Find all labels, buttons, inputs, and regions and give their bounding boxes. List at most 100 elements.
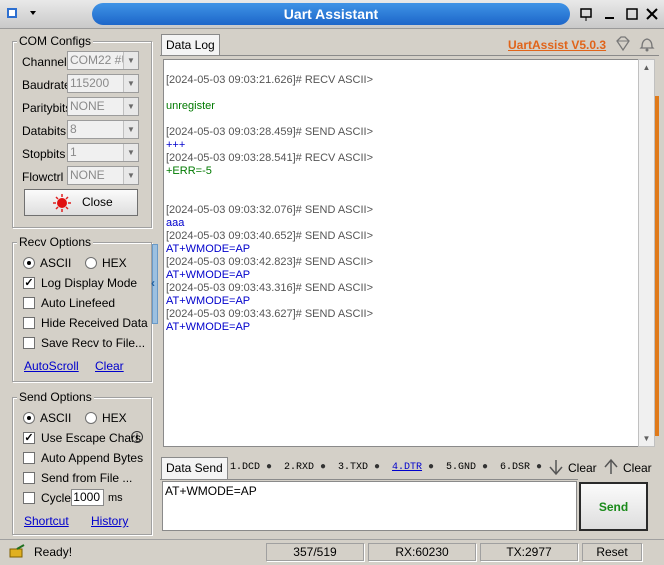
- shortcut-link[interactable]: Shortcut: [24, 514, 69, 528]
- window-title: Uart Assistant: [92, 3, 570, 25]
- stopbits-label: Stopbits: [22, 147, 66, 161]
- escape-chars-checkbox[interactable]: ✓: [23, 432, 35, 444]
- save-recv-checkbox[interactable]: [23, 337, 35, 349]
- clear-log-button[interactable]: Clear: [568, 461, 597, 475]
- chevron-down-icon: ▼: [123, 121, 138, 138]
- channel-select[interactable]: COM22 #U ▼: [67, 51, 139, 70]
- collapse-arrow-icon[interactable]: ‹: [151, 276, 155, 290]
- log-line: [2024-05-03 09:03:32.076]# SEND ASCII>: [166, 204, 374, 216]
- paritybits-select[interactable]: NONE ▼: [67, 97, 139, 116]
- chevron-down-icon: ▼: [123, 52, 138, 69]
- pin-led-icon: ●: [368, 462, 381, 473]
- flowctrl-select[interactable]: NONE ▼: [67, 166, 139, 185]
- title-bar: Uart Assistant: [0, 0, 664, 29]
- log-line: [2024-05-03 09:03:28.541]# RECV ASCII>: [166, 152, 374, 164]
- send-tab-divider: [160, 479, 578, 480]
- system-menu-icon[interactable]: [6, 6, 38, 20]
- flowctrl-value: NONE: [70, 168, 105, 182]
- pin-led-icon: ●: [260, 462, 273, 473]
- send-hex-radio[interactable]: [85, 412, 97, 424]
- stopbits-value: 1: [70, 145, 77, 159]
- history-link[interactable]: History: [91, 514, 128, 528]
- log-line: [2024-05-03 09:03:21.626]# RECV ASCII>: [166, 74, 374, 86]
- channel-label: Channel: [22, 55, 67, 69]
- send-ascii-radio[interactable]: [23, 412, 35, 424]
- minimize-icon[interactable]: [602, 6, 618, 22]
- cycle-checkbox[interactable]: [23, 492, 35, 504]
- data-log-view[interactable]: [2024-05-03 09:03:21.626]# RECV ASCII> un…: [163, 59, 639, 447]
- pin-label: 4.DTR: [392, 462, 423, 473]
- diamond-icon[interactable]: [614, 36, 632, 55]
- clear-send-button[interactable]: Clear: [623, 461, 652, 475]
- bell-icon[interactable]: [638, 36, 656, 55]
- databits-label: Databits: [22, 124, 67, 138]
- pin-label: 6.DSR: [500, 462, 531, 473]
- send-input[interactable]: AT+WMODE=AP: [162, 481, 577, 531]
- tab-data-send[interactable]: Data Send: [161, 457, 228, 479]
- pin-dtr[interactable]: 4.DTR ●: [392, 462, 434, 473]
- recv-ascii-radio[interactable]: [23, 257, 35, 269]
- recv-options-title: Recv Options: [17, 235, 94, 249]
- close-port-label: Close: [82, 195, 113, 209]
- brand-link[interactable]: UartAssist V5.0.3: [508, 38, 606, 52]
- pin-led-icon: ●: [314, 462, 327, 473]
- send-from-file-checkbox[interactable]: [23, 472, 35, 484]
- stopbits-select[interactable]: 1 ▼: [67, 143, 139, 162]
- pin-dsr: 6.DSR ●: [500, 462, 542, 473]
- recv-clear-link[interactable]: Clear: [95, 359, 124, 373]
- scroll-up-icon[interactable]: ▲: [639, 60, 654, 75]
- pin-txd: 3.TXD ●: [338, 462, 380, 473]
- databits-value: 8: [70, 122, 77, 136]
- tx-count: TX:2977: [480, 543, 578, 561]
- pin-label: 3.TXD: [338, 462, 369, 473]
- log-line: AT+WMODE=AP: [166, 295, 251, 307]
- clear-send-icon[interactable]: [603, 458, 619, 479]
- log-display-checkbox[interactable]: ✓: [23, 277, 35, 289]
- pin-led-icon: ●: [422, 462, 435, 473]
- log-line: [2024-05-03 09:03:40.652]# SEND ASCII>: [166, 230, 374, 242]
- databits-select[interactable]: 8 ▼: [67, 120, 139, 139]
- scroll-down-icon[interactable]: ▼: [639, 431, 654, 446]
- recv-ascii-label: ASCII: [40, 256, 72, 270]
- reset-button[interactable]: Reset: [582, 543, 642, 561]
- status-icon: [9, 544, 27, 563]
- hide-received-label: Hide Received Data: [41, 316, 148, 330]
- log-line: AT+WMODE=AP: [166, 321, 251, 333]
- com-configs-title: COM Configs: [17, 34, 94, 48]
- pin-led-icon: ●: [530, 462, 543, 473]
- info-icon[interactable]: i: [131, 431, 143, 443]
- baudrate-select[interactable]: 115200 ▼: [67, 74, 139, 93]
- recv-hex-radio[interactable]: [85, 257, 97, 269]
- rx-count: RX:60230: [368, 543, 476, 561]
- close-port-button[interactable]: Close: [24, 189, 138, 216]
- log-line: unregister: [166, 100, 215, 112]
- clear-log-icon[interactable]: [548, 458, 564, 479]
- pin-label: 5.GND: [446, 462, 477, 473]
- cycle-unit: ms: [108, 492, 123, 504]
- tab-data-log[interactable]: Data Log: [161, 34, 220, 56]
- send-from-file-label: Send from File ...: [41, 471, 133, 485]
- paritybits-value: NONE: [70, 99, 105, 113]
- pin-led-icon: ●: [476, 462, 489, 473]
- cycle-label: Cycle: [41, 491, 72, 505]
- pin-label: 2.RXD: [284, 462, 315, 473]
- send-button[interactable]: Send: [579, 482, 648, 531]
- status-bar: Ready! 357/519 RX:60230 TX:2977 Reset: [0, 539, 664, 565]
- cycle-interval-input[interactable]: 1000: [71, 489, 104, 506]
- pin-icon[interactable]: [578, 6, 594, 22]
- autoscroll-link[interactable]: AutoScroll: [24, 359, 79, 373]
- log-line: [2024-05-03 09:03:42.823]# SEND ASCII>: [166, 256, 374, 268]
- maximize-icon[interactable]: [624, 6, 640, 22]
- send-ascii-label: ASCII: [40, 411, 72, 425]
- auto-linefeed-checkbox[interactable]: [23, 297, 35, 309]
- log-scrollbar[interactable]: ▲ ▼: [638, 59, 655, 447]
- close-window-icon[interactable]: [644, 6, 660, 22]
- auto-linefeed-label: Auto Linefeed: [41, 296, 116, 310]
- log-line: aaa: [166, 217, 185, 229]
- log-line: +++: [166, 139, 186, 151]
- hide-received-checkbox[interactable]: [23, 317, 35, 329]
- port-status-icon: [53, 194, 71, 221]
- auto-append-checkbox[interactable]: [23, 452, 35, 464]
- log-line: [2024-05-03 09:03:28.459]# SEND ASCII>: [166, 126, 374, 138]
- baudrate-label: Baudrate: [22, 78, 71, 92]
